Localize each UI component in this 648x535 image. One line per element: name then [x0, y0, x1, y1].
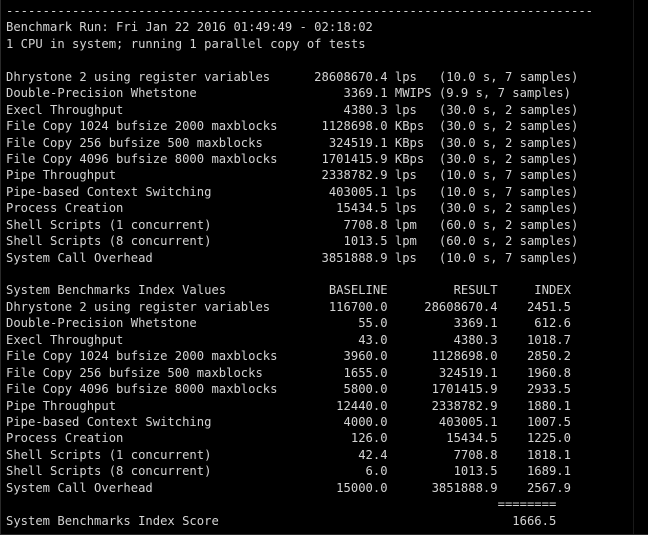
- cpu-info-line: 1 CPU in system; running 1 parallel copy…: [6, 36, 366, 51]
- separator-line: ----------------------------------------…: [6, 4, 593, 18]
- raw-result-row: File Copy 4096 bufsize 8000 maxblocks 17…: [6, 151, 579, 166]
- score-rule-line: ========: [6, 497, 557, 512]
- index-value-row: File Copy 4096 bufsize 8000 maxblocks 58…: [6, 382, 571, 397]
- spacer-between-sections: [6, 266, 593, 282]
- raw-result-row: File Copy 1024 bufsize 2000 maxblocks 11…: [6, 119, 579, 134]
- index-value-row: Pipe-based Context Switching 4000.0 4030…: [6, 414, 571, 429]
- terminal-window[interactable]: ----------------------------------------…: [0, 0, 648, 535]
- raw-result-row: System Call Overhead 3851888.9 lps (10.0…: [6, 250, 579, 265]
- index-value-row: Pipe Throughput 12440.0 2338782.9 1880.1: [6, 398, 571, 413]
- index-value-row: File Copy 1024 bufsize 2000 maxblocks 39…: [6, 349, 571, 364]
- spacer-after-header: [6, 52, 593, 68]
- index-value-row: Dhrystone 2 using register variables 116…: [6, 299, 571, 314]
- index-header-row: System Benchmarks Index Values BASELINE …: [6, 283, 571, 298]
- index-value-row: Execl Throughput 43.0 4380.3 1018.7: [6, 332, 571, 347]
- benchmark-run-line: Benchmark Run: Fri Jan 22 2016 01:49:49 …: [6, 20, 373, 35]
- index-value-row: Process Creation 126.0 15434.5 1225.0: [6, 431, 571, 446]
- terminal-output: ----------------------------------------…: [6, 3, 593, 529]
- raw-result-row: Dhrystone 2 using register variables 286…: [6, 69, 579, 84]
- index-value-row: File Copy 256 bufsize 500 maxblocks 1655…: [6, 365, 571, 380]
- index-score-row: System Benchmarks Index Score 1666.5: [6, 513, 557, 528]
- raw-result-row: Double-Precision Whetstone 3369.1 MWIPS …: [6, 86, 571, 101]
- index-value-row: Double-Precision Whetstone 55.0 3369.1 6…: [6, 316, 571, 331]
- raw-result-row: Execl Throughput 4380.3 lps (30.0 s, 2 s…: [6, 102, 579, 117]
- index-value-row: Shell Scripts (8 concurrent) 6.0 1013.5 …: [6, 464, 571, 479]
- index-value-row: System Call Overhead 15000.0 3851888.9 2…: [6, 480, 571, 495]
- raw-result-row: Shell Scripts (1 concurrent) 7708.8 lpm …: [6, 217, 579, 232]
- index-value-row: Shell Scripts (1 concurrent) 42.4 7708.8…: [6, 447, 571, 462]
- column-guide-line: [633, 0, 634, 534]
- raw-result-row: Shell Scripts (8 concurrent) 1013.5 lpm …: [6, 234, 579, 249]
- raw-result-row: File Copy 256 bufsize 500 maxblocks 3245…: [6, 135, 579, 150]
- raw-result-row: Pipe-based Context Switching 403005.1 lp…: [6, 184, 579, 199]
- raw-result-row: Process Creation 15434.5 lps (30.0 s, 2 …: [6, 201, 579, 216]
- raw-result-row: Pipe Throughput 2338782.9 lps (10.0 s, 7…: [6, 168, 579, 183]
